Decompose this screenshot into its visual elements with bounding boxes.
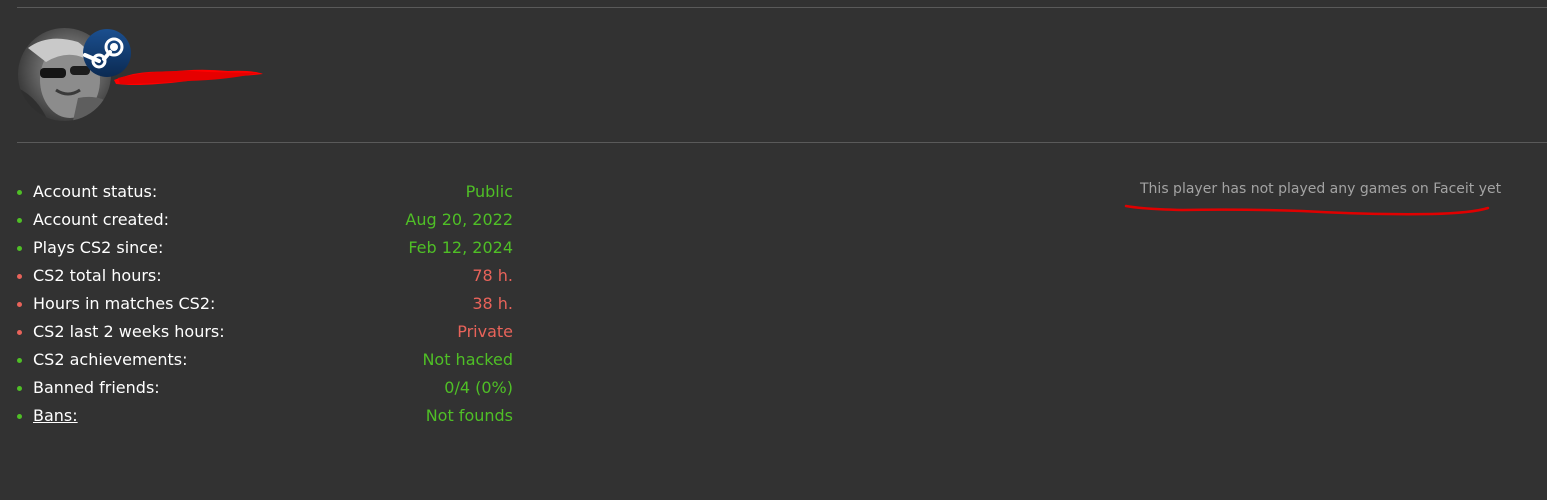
status-dot	[17, 386, 22, 391]
section-divider	[17, 142, 1547, 143]
stat-label: CS2 achievements:	[33, 350, 188, 369]
stat-value: Private	[457, 322, 513, 341]
stat-label: Account created:	[33, 210, 170, 229]
steam-profile-panel: Account status: Public Account created: …	[0, 0, 1547, 500]
stat-two-weeks-hours: CS2 last 2 weeks hours: Private	[17, 318, 517, 346]
stat-label: Plays CS2 since:	[33, 238, 164, 257]
redacted-username	[114, 69, 263, 85]
bans-link[interactable]: Bans:	[33, 402, 78, 430]
status-dot	[17, 190, 22, 195]
status-dot	[17, 414, 22, 419]
stat-account-status: Account status: Public	[17, 178, 517, 206]
status-dot	[17, 218, 22, 223]
status-dot	[17, 330, 22, 335]
stat-match-hours: Hours in matches CS2: 38 h.	[17, 290, 517, 318]
annotation-underline	[1124, 204, 1490, 216]
stat-total-hours: CS2 total hours: 78 h.	[17, 262, 517, 290]
stat-label: Banned friends:	[33, 378, 160, 397]
stat-bans: Bans: Not founds	[17, 402, 517, 430]
stat-value: Feb 12, 2024	[408, 238, 513, 257]
stat-label: Hours in matches CS2:	[33, 294, 216, 313]
status-dot	[17, 274, 22, 279]
account-stats-list: Account status: Public Account created: …	[17, 178, 517, 430]
stat-label: Account status:	[33, 182, 158, 201]
stat-value: 78 h.	[472, 266, 513, 285]
stat-account-created: Account created: Aug 20, 2022	[17, 206, 517, 234]
status-dot	[17, 358, 22, 363]
faceit-status-message: This player has not played any games on …	[1140, 181, 1502, 197]
status-dot	[17, 302, 22, 307]
stat-value: 38 h.	[472, 294, 513, 313]
top-divider	[17, 7, 1547, 8]
stat-value: Not founds	[425, 406, 513, 425]
stat-label: CS2 total hours:	[33, 266, 162, 285]
stat-value: Aug 20, 2022	[405, 210, 513, 229]
stat-achievements: CS2 achievements: Not hacked	[17, 346, 517, 374]
status-dot	[17, 246, 22, 251]
stat-value: Public	[465, 182, 513, 201]
stat-value: 0/4 (0%)	[444, 378, 513, 397]
stat-value: Not hacked	[422, 350, 513, 369]
stat-plays-since: Plays CS2 since: Feb 12, 2024	[17, 234, 517, 262]
stat-banned-friends: Banned friends: 0/4 (0%)	[17, 374, 517, 402]
stat-label: CS2 last 2 weeks hours:	[33, 322, 225, 341]
